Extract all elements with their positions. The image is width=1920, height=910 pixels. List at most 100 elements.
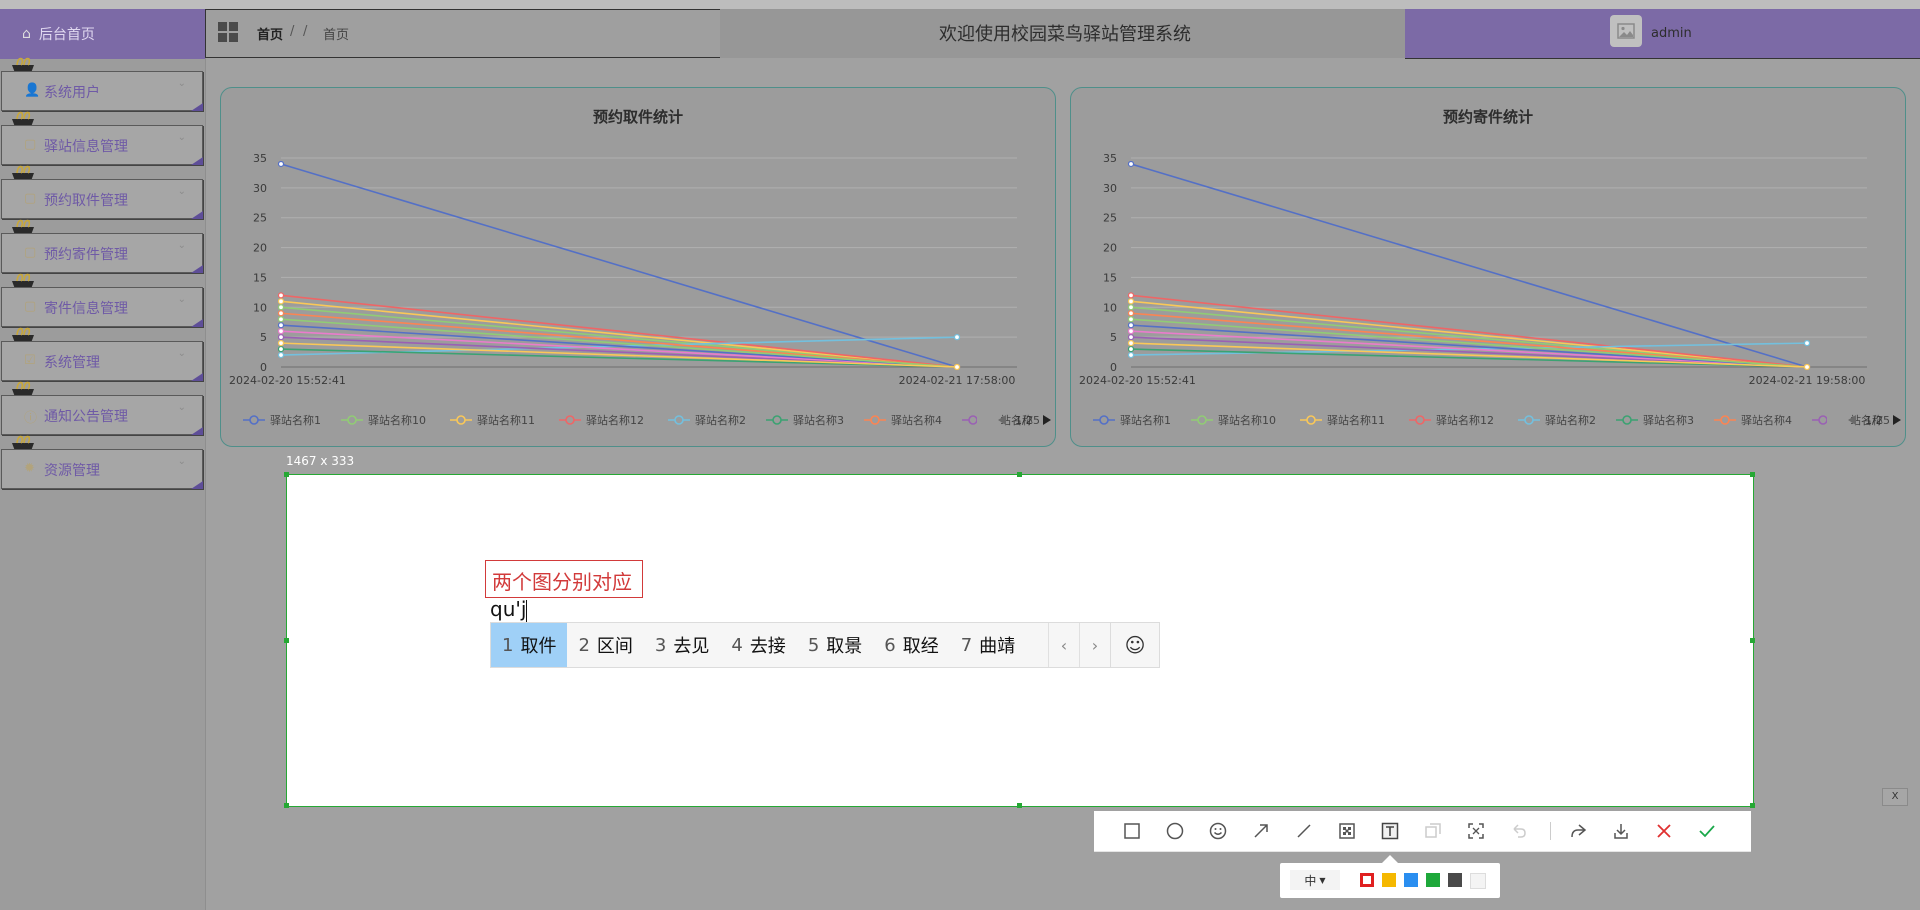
legend-label[interactable]: 驿站名称1: [270, 413, 321, 427]
data-point[interactable]: [277, 322, 285, 329]
color-swatch[interactable]: [1360, 873, 1374, 887]
sidebar-menu-box[interactable]: ⓘ 通知公告管理 ⌄: [1, 395, 203, 435]
legend-marker[interactable]: [1099, 415, 1109, 425]
text-annotation[interactable]: 两个图分别对应: [492, 566, 632, 595]
data-point[interactable]: [1127, 322, 1135, 329]
emoji-tool-icon[interactable]: [1208, 821, 1228, 841]
sidebar-menu-item[interactable]: ▢ 预约取件管理 ⌄: [1, 165, 203, 219]
data-point[interactable]: [953, 363, 961, 371]
legend-next-icon[interactable]: [1043, 415, 1051, 425]
undo-icon[interactable]: [1509, 821, 1529, 841]
save-icon[interactable]: [1611, 821, 1631, 841]
data-point[interactable]: [1127, 316, 1135, 323]
resize-handle[interactable]: [284, 803, 289, 808]
close-button[interactable]: X: [1882, 788, 1908, 806]
ime-candidate[interactable]: 1 取件: [491, 623, 568, 667]
sidebar-item-home[interactable]: ⌂ 后台首页: [0, 9, 205, 59]
legend-marker[interactable]: [347, 415, 357, 425]
sidebar-menu-box[interactable]: ▢ 预约取件管理 ⌄: [1, 179, 203, 219]
resize-handle[interactable]: [1750, 472, 1755, 477]
legend-label[interactable]: 驿站名称12: [1436, 413, 1494, 427]
legend-marker[interactable]: [674, 415, 684, 425]
sidebar-menu-item[interactable]: ▢ 寄件信息管理 ⌄: [1, 273, 203, 327]
color-swatch[interactable]: [1470, 873, 1486, 889]
legend-marker[interactable]: [1622, 415, 1632, 425]
legend-label[interactable]: 驿站名称1: [1120, 413, 1171, 427]
emoji-icon[interactable]: ☺: [1110, 623, 1159, 667]
ime-candidate[interactable]: 5 取景: [797, 623, 873, 667]
ime-candidate[interactable]: 4 去接: [720, 623, 796, 667]
legend-label[interactable]: 驿站名称4: [1741, 413, 1792, 427]
sidebar-menu-item[interactable]: ✹ 资源管理 ⌄: [1, 435, 203, 489]
data-point[interactable]: [1127, 298, 1135, 305]
data-point[interactable]: [1127, 345, 1135, 353]
resize-handle[interactable]: [1750, 638, 1755, 643]
breadcrumb-home[interactable]: 首页: [257, 24, 283, 43]
data-point[interactable]: [1127, 160, 1135, 168]
cancel-icon[interactable]: [1654, 821, 1674, 841]
legend-label[interactable]: 驿站名称3: [793, 413, 844, 427]
data-point[interactable]: [277, 328, 285, 335]
legend-label[interactable]: 驿站名称3: [1643, 413, 1694, 427]
ime-candidate[interactable]: 7 曲靖: [950, 623, 1026, 667]
legend-marker[interactable]: [772, 415, 782, 425]
size-select[interactable]: 中 ▼: [1290, 870, 1340, 890]
sidebar-menu-box[interactable]: 👤 系统用户 ⌄: [1, 71, 203, 111]
color-swatch[interactable]: [1404, 873, 1418, 887]
legend-label[interactable]: 驿站名称12: [586, 413, 644, 427]
sidebar-menu-box[interactable]: ▢ 寄件信息管理 ⌄: [1, 287, 203, 327]
resize-handle[interactable]: [1750, 803, 1755, 808]
data-point[interactable]: [277, 292, 285, 299]
legend-marker[interactable]: [1306, 415, 1316, 425]
data-point[interactable]: [1127, 351, 1135, 359]
confirm-icon[interactable]: [1697, 821, 1717, 841]
ocr-tool-icon[interactable]: [1466, 821, 1486, 841]
legend-label[interactable]: 驿站名称4: [891, 413, 942, 427]
data-point[interactable]: [1803, 340, 1811, 347]
legend-marker[interactable]: [870, 415, 880, 425]
color-swatch[interactable]: [1426, 873, 1440, 887]
legend-label[interactable]: 驿站名称2: [695, 413, 746, 427]
data-point[interactable]: [953, 334, 961, 341]
data-point[interactable]: [1127, 328, 1135, 335]
sidebar-menu-item[interactable]: 👤 系统用户 ⌄: [1, 57, 203, 111]
resize-handle[interactable]: [284, 638, 289, 643]
legend-marker[interactable]: [1720, 415, 1730, 425]
ime-next-button[interactable]: ›: [1079, 623, 1110, 667]
sidebar-menu-item[interactable]: ⓘ 通知公告管理 ⌄: [1, 381, 203, 435]
data-point[interactable]: [277, 340, 285, 347]
legend-marker[interactable]: [968, 415, 978, 425]
mosaic-tool-icon[interactable]: [1337, 821, 1357, 841]
rectangle-tool-icon[interactable]: [1122, 821, 1142, 841]
legend-label[interactable]: 驿站名称10: [368, 413, 426, 427]
data-point[interactable]: [277, 316, 285, 323]
sidebar-menu-item[interactable]: ▢ 预约寄件管理 ⌄: [1, 219, 203, 273]
data-point[interactable]: [1127, 334, 1135, 341]
sidebar-menu-box[interactable]: ▢ 预约寄件管理 ⌄: [1, 233, 203, 273]
ellipse-tool-icon[interactable]: [1165, 821, 1185, 841]
copy-tool-icon[interactable]: [1423, 821, 1443, 841]
text-tool-icon[interactable]: [1380, 821, 1400, 841]
ime-candidate[interactable]: 3 去见: [644, 623, 720, 667]
data-point[interactable]: [1127, 304, 1135, 311]
legend-marker[interactable]: [565, 415, 575, 425]
data-point[interactable]: [277, 310, 285, 317]
legend-next-icon[interactable]: [1893, 415, 1901, 425]
legend-marker[interactable]: [1197, 415, 1207, 425]
color-swatch[interactable]: [1382, 873, 1396, 887]
line-tool-icon[interactable]: [1294, 821, 1314, 841]
resize-handle[interactable]: [1017, 472, 1022, 477]
data-point[interactable]: [1127, 310, 1135, 317]
data-point[interactable]: [277, 345, 285, 353]
legend-marker[interactable]: [456, 415, 466, 425]
color-swatch[interactable]: [1448, 873, 1462, 887]
sidebar-menu-box[interactable]: ✹ 资源管理 ⌄: [1, 449, 203, 489]
data-point[interactable]: [1803, 363, 1811, 371]
legend-label[interactable]: 驿站名称11: [477, 413, 535, 427]
data-point[interactable]: [277, 334, 285, 341]
legend-marker[interactable]: [249, 415, 259, 425]
sidebar-menu-item[interactable]: ☑ 系统管理 ⌄: [1, 327, 203, 381]
resize-handle[interactable]: [1017, 803, 1022, 808]
menu-grid-icon[interactable]: [218, 22, 238, 42]
data-point[interactable]: [277, 160, 285, 168]
